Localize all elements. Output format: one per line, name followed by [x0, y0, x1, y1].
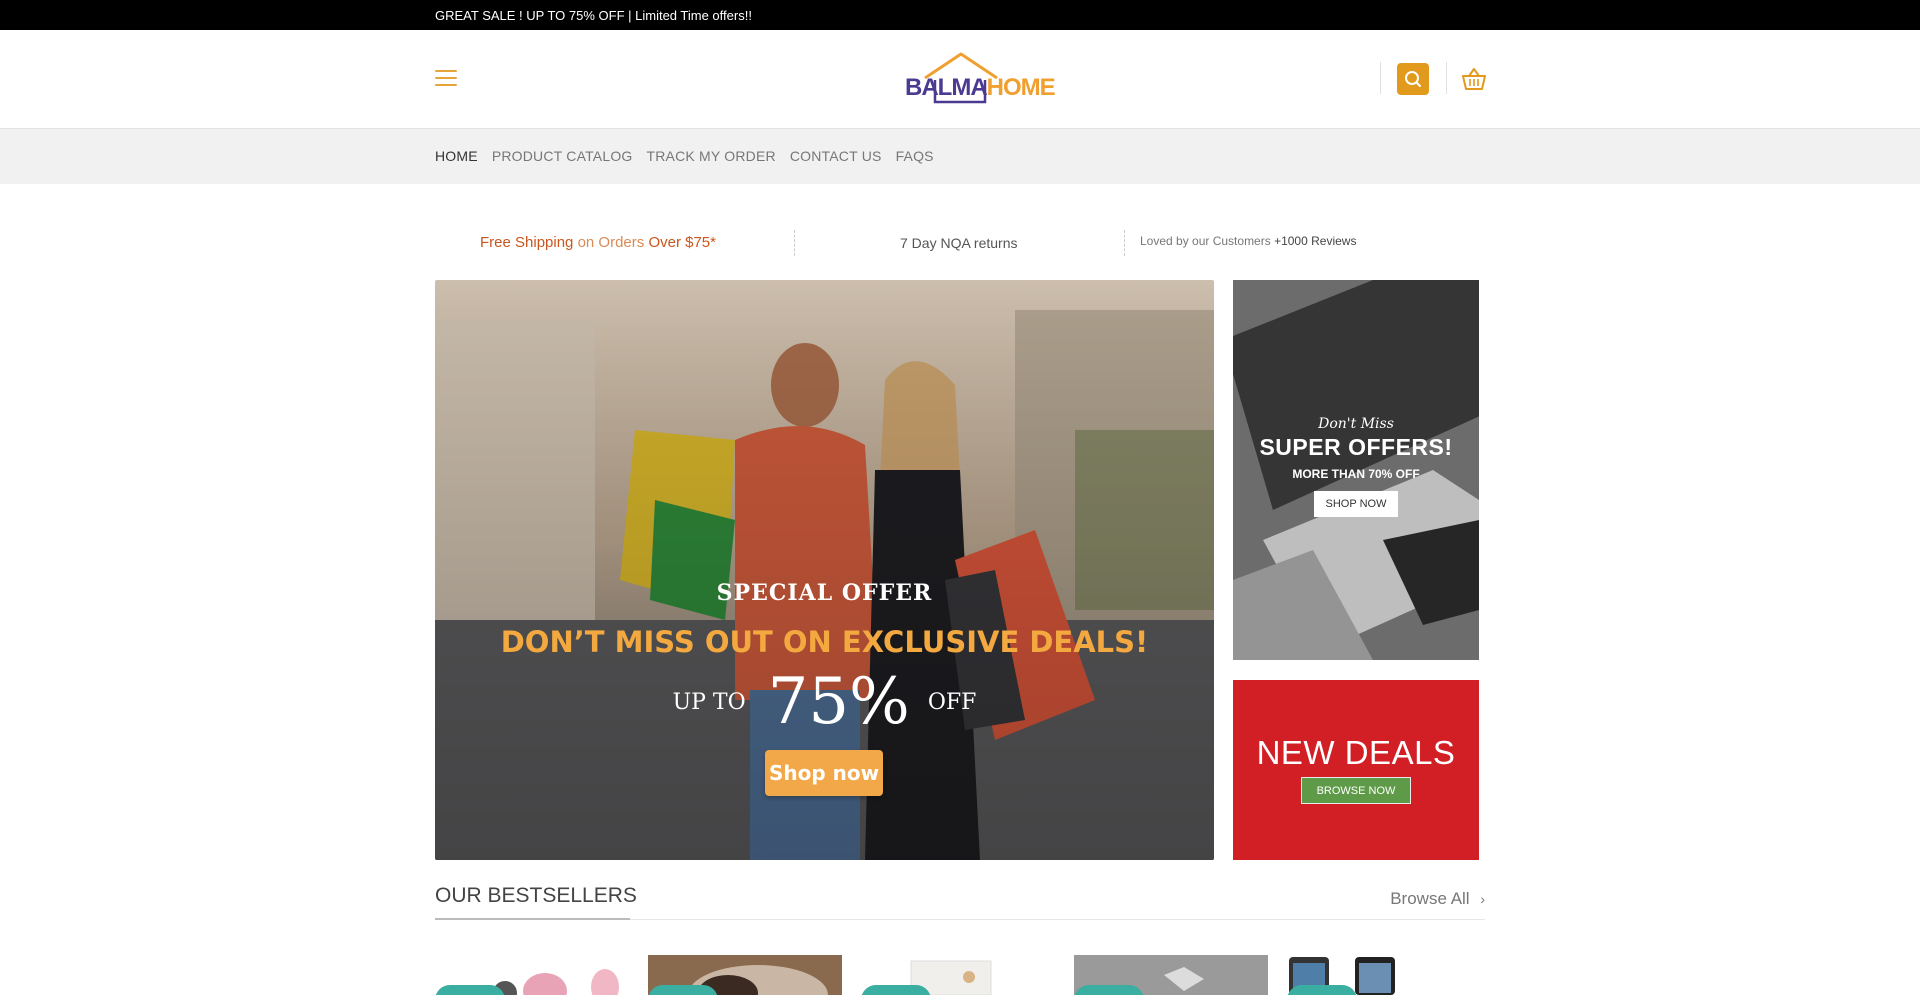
free-shipping-threshold: Over $75*	[648, 234, 716, 251]
hero-headline: DON’T MISS OUT ON EXCLUSIVE DEALS!	[500, 625, 1149, 659]
hero-up-to: UP TO	[672, 689, 746, 715]
main-nav: HOME PRODUCT CATALOG TRACK MY ORDER CONTACT…	[0, 128, 1920, 184]
nav-item-faqs[interactable]: FAQS	[896, 148, 934, 164]
returns-note: 7 Day NQA returns	[900, 235, 1018, 251]
super-offers-subtitle: MORE THAN 70% OFF	[1292, 467, 1420, 481]
basket-button[interactable]	[1460, 65, 1488, 93]
browse-all-link[interactable]: Browse All ›	[1390, 889, 1485, 909]
product-card[interactable]	[648, 955, 842, 995]
site-header: BALMAHOME	[0, 30, 1920, 128]
header-divider	[1446, 62, 1447, 94]
feature-divider	[794, 230, 795, 256]
nav-item-product-catalog[interactable]: PRODUCT CATALOG	[492, 148, 633, 164]
nav-item-contact-us[interactable]: CONTACT US	[790, 148, 882, 164]
basket-icon	[1462, 68, 1486, 90]
product-card[interactable]	[435, 955, 629, 995]
logo-part-home: HOME	[986, 74, 1056, 101]
product-badge	[435, 985, 505, 995]
browse-now-button[interactable]: BROWSE NOW	[1301, 777, 1411, 804]
product-card[interactable]	[1287, 955, 1481, 995]
search-button[interactable]	[1397, 63, 1429, 95]
bestsellers-title: OUR BESTSELLERS	[435, 884, 637, 907]
super-offers-text: Don't Miss SUPER OFFERS! MORE THAN 70% O…	[1233, 416, 1479, 517]
product-card[interactable]	[861, 955, 1055, 995]
hero-shop-now-button[interactable]: Shop now	[765, 750, 883, 796]
reviews-label: Loved by our Customers	[1140, 234, 1275, 248]
product-badge	[648, 985, 718, 995]
hero-kicker: SPECIAL OFFER	[716, 580, 933, 606]
product-badge	[1287, 985, 1357, 995]
product-badge	[1074, 985, 1144, 995]
hero-off: OFF	[927, 689, 977, 715]
menu-icon[interactable]	[435, 70, 457, 86]
new-deals-title: NEW DEALS	[1256, 734, 1456, 771]
announcement-text: GREAT SALE ! UP TO 75% OFF | Limited Tim…	[435, 8, 752, 23]
hero-percent: 75%	[767, 665, 910, 739]
logo-wordmark: BALMAHOME	[905, 74, 1056, 102]
site-logo[interactable]: BALMAHOME	[905, 52, 1056, 106]
feature-strip: Free Shipping on Orders Over $75* 7 Day …	[435, 228, 1485, 258]
nav-items: HOME PRODUCT CATALOG TRACK MY ORDER CONTACT…	[435, 148, 934, 164]
logo-part-balma: BALMA	[905, 74, 988, 101]
hero-banner[interactable]: SPECIAL OFFER DON’T MISS OUT ON EXCLUSIV…	[435, 280, 1214, 860]
bestsellers-section-header: OUR BESTSELLERS Browse All ›	[435, 882, 1485, 922]
super-offers-shop-now-button[interactable]: SHOP NOW	[1313, 491, 1399, 517]
product-card[interactable]	[1074, 955, 1268, 995]
search-icon	[1405, 71, 1421, 87]
chevron-right-icon: ›	[1480, 891, 1485, 907]
super-offers-banner[interactable]: Don't Miss SUPER OFFERS! MORE THAN 70% O…	[1233, 280, 1479, 660]
super-offers-script: Don't Miss	[1318, 416, 1394, 432]
hero-discount: UP TO 75% OFF	[435, 665, 1214, 739]
free-shipping-label: Free Shipping	[480, 234, 574, 251]
nav-item-track-my-order[interactable]: TRACK MY ORDER	[647, 148, 776, 164]
feature-divider	[1124, 230, 1125, 256]
free-shipping-mid: on Orders	[573, 234, 649, 251]
free-shipping-note: Free Shipping on Orders Over $75*	[480, 234, 716, 251]
reviews-count: +1000 Reviews	[1274, 234, 1357, 248]
new-deals-banner[interactable]: NEW DEALS BROWSE NOW	[1233, 680, 1479, 860]
header-divider	[1380, 62, 1381, 94]
super-offers-title: SUPER OFFERS!	[1259, 434, 1453, 460]
product-badge	[861, 985, 931, 995]
browse-all-label: Browse All	[1390, 889, 1470, 908]
reviews-note: Loved by our Customers +1000 Reviews	[1140, 234, 1356, 248]
announcement-bar: GREAT SALE ! UP TO 75% OFF | Limited Tim…	[0, 0, 1920, 30]
nav-item-home[interactable]: HOME	[435, 148, 478, 164]
title-underline	[435, 918, 630, 920]
